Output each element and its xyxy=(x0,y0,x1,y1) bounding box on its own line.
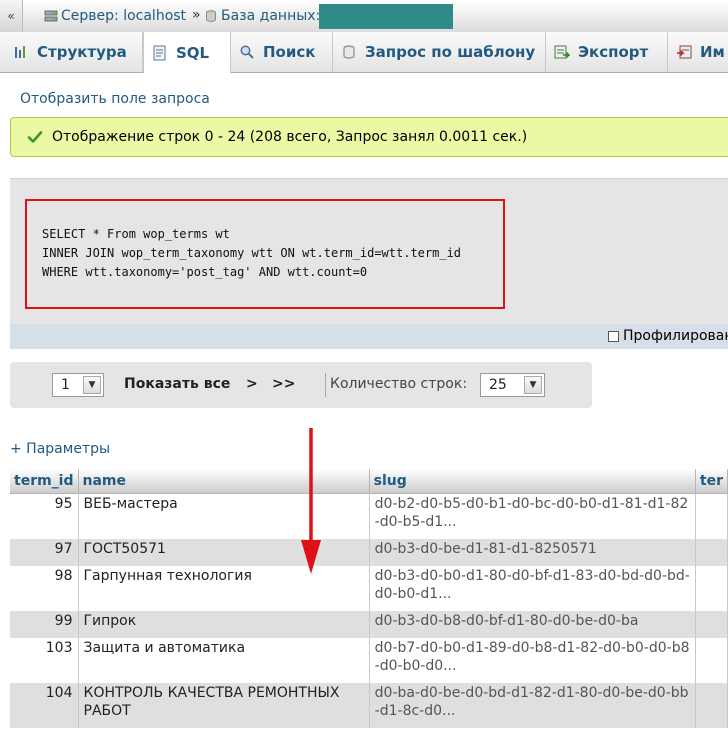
cell-truncated xyxy=(695,493,728,539)
table-row[interactable]: 103 Защита и автоматика d0-b7-d0-b0-d1-8… xyxy=(10,637,728,683)
table-header: term_id name slug ter xyxy=(10,469,728,494)
server-icon xyxy=(44,10,58,22)
cell-term-id: 98 xyxy=(10,565,79,611)
column-header-slug[interactable]: slug xyxy=(369,469,696,494)
success-message: Отображение строк 0 - 24 (208 всего, Зап… xyxy=(10,117,728,157)
table-row[interactable]: 99 Гипрок d0-b3-d0-b8-d0-bf-d1-80-d0-be-… xyxy=(10,610,728,638)
query-icon xyxy=(343,45,355,59)
tab-sql[interactable]: SQL xyxy=(143,32,231,73)
tab-structure[interactable]: Структура xyxy=(5,32,143,72)
cell-name: ГОСТ50571 xyxy=(78,538,370,566)
cell-truncated xyxy=(695,637,728,683)
cell-name: Защита и автоматика xyxy=(78,637,370,683)
cell-truncated xyxy=(695,538,728,566)
cell-term-id: 99 xyxy=(10,610,79,638)
cell-slug: d0-ba-d0-be-d0-bd-d1-82-d1-80-d0-be-d0-b… xyxy=(369,682,696,728)
export-icon xyxy=(554,45,570,59)
cell-name: Гарпунная технология xyxy=(78,565,370,611)
tab-query-by-example[interactable]: Запрос по шаблону xyxy=(333,32,546,72)
tab-export[interactable]: Экспорт xyxy=(546,32,668,72)
collapse-navigation-button[interactable]: « xyxy=(0,0,23,32)
table-row[interactable]: 104 КОНТРОЛЬ КАЧЕСТВА РЕМОНТНЫХ РАБОТ d0… xyxy=(10,682,728,728)
last-page-button[interactable]: >> xyxy=(272,376,295,392)
results-table: term_id name slug ter 95 ВЕБ-мастера d0-… xyxy=(10,469,728,728)
pagination-bar: 1 ▼ Показать все > >> Количество строк: … xyxy=(10,362,592,408)
sql-icon xyxy=(153,45,166,60)
cell-slug: d0-b3-d0-b8-d0-bf-d1-80-d0-be-d0-ba xyxy=(369,610,696,638)
cell-term-id: 103 xyxy=(10,637,79,683)
cell-truncated xyxy=(695,565,728,611)
table-row[interactable]: 98 Гарпунная технология d0-b3-d0-b0-d1-8… xyxy=(10,565,728,611)
column-header-term-id[interactable]: term_id xyxy=(10,469,79,494)
cell-term-id: 95 xyxy=(10,493,79,539)
cell-name: ВЕБ-мастера xyxy=(78,493,370,539)
table-row[interactable]: 97 ГОСТ50571 d0-b3-d0-be-d1-81-d1-825057… xyxy=(10,538,728,566)
cell-slug: d0-b3-d0-be-d1-81-d1-8250571 xyxy=(369,538,696,566)
sql-highlight-annotation: SELECT * From wop_terms wt INNER JOIN wo… xyxy=(25,199,505,309)
redacted-database-name xyxy=(319,4,453,29)
profiling-bar: Профилирован xyxy=(10,324,728,349)
breadcrumb-separator: » xyxy=(192,7,201,23)
tab-search[interactable]: Поиск xyxy=(231,32,333,72)
cell-name: КОНТРОЛЬ КАЧЕСТВА РЕМОНТНЫХ РАБОТ xyxy=(78,682,370,728)
double-chevron-left-icon: « xyxy=(7,9,15,23)
cell-truncated xyxy=(695,682,728,728)
show-query-box-link[interactable]: Отобразить поле запроса xyxy=(20,91,210,107)
show-all-button[interactable]: Показать все xyxy=(124,376,230,392)
main-tabs: Структура SQL Поиск Запрос по шаблону Эк… xyxy=(0,32,728,73)
import-icon xyxy=(677,45,692,59)
cell-term-id: 104 xyxy=(10,682,79,728)
cell-name: Гипрок xyxy=(78,610,370,638)
breadcrumb-database[interactable]: База данных: xyxy=(221,8,320,24)
structure-icon xyxy=(15,46,25,58)
cell-slug: d0-b7-d0-b0-d1-89-d0-b8-d1-82-d0-b0-d0-b… xyxy=(369,637,696,683)
page-select[interactable]: 1 ▼ xyxy=(52,373,104,397)
annotation-arrow-down-icon xyxy=(301,428,321,574)
success-message-text: Отображение строк 0 - 24 (208 всего, Зап… xyxy=(52,129,528,145)
column-header-truncated[interactable]: ter xyxy=(695,469,728,494)
sql-query-text[interactable]: SELECT * From wop_terms wt INNER JOIN wo… xyxy=(42,225,461,282)
cell-slug: d0-b2-d0-b5-d0-b1-d0-bc-d0-b0-d1-81-d1-8… xyxy=(369,493,696,539)
table-row[interactable]: 95 ВЕБ-мастера d0-b2-d0-b5-d0-b1-d0-bc-d… xyxy=(10,493,728,539)
sql-query-panel: SELECT * From wop_terms wt INNER JOIN wo… xyxy=(10,178,728,349)
profiling-label: Профилирован xyxy=(623,328,728,344)
cell-truncated xyxy=(695,610,728,638)
database-icon xyxy=(206,10,216,22)
profiling-checkbox[interactable] xyxy=(608,331,619,342)
rows-count-label: Количество строк: xyxy=(330,376,468,392)
tab-import[interactable]: Им xyxy=(668,32,728,72)
dropdown-arrow-icon: ▼ xyxy=(524,376,542,394)
rows-count-select[interactable]: 25 ▼ xyxy=(480,373,545,397)
column-header-name[interactable]: name xyxy=(78,469,370,494)
breadcrumb-server[interactable]: Сервер: localhost xyxy=(61,8,186,24)
breadcrumb: « Сервер: localhost » База данных: xyxy=(0,0,728,33)
parameters-link[interactable]: + Параметры xyxy=(10,441,110,457)
dropdown-arrow-icon: ▼ xyxy=(83,376,101,394)
cell-term-id: 97 xyxy=(10,538,79,566)
next-page-button[interactable]: > xyxy=(246,376,258,392)
checkmark-icon xyxy=(27,131,43,143)
nav-divider xyxy=(325,373,326,397)
search-icon xyxy=(240,45,254,59)
cell-slug: d0-b3-d0-b0-d1-80-d0-bf-d1-83-d0-bd-d0-b… xyxy=(369,565,696,611)
